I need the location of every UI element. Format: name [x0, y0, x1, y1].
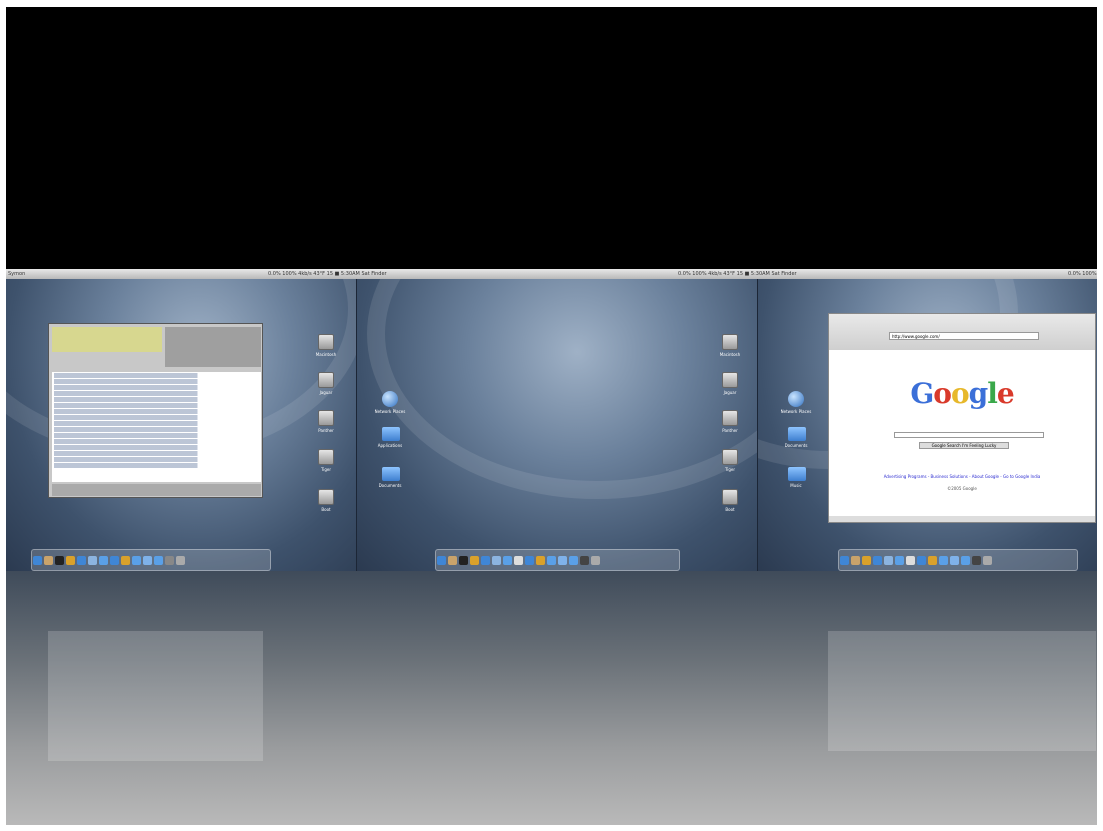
footer-links[interactable]: Advertising Programs - Business Solution…	[829, 474, 1095, 479]
google-logo: Google	[910, 377, 1014, 410]
winamp-window[interactable]	[48, 323, 263, 498]
drive-icon[interactable]	[722, 334, 738, 350]
black-background	[6, 7, 1097, 269]
drive-label: Jaguar	[723, 390, 737, 395]
folder-icon[interactable]	[788, 467, 806, 481]
folder-icon[interactable]	[788, 427, 806, 441]
search-buttons[interactable]: Google Search I'm Feeling Lucky	[919, 442, 1009, 449]
drive-label: Boot	[321, 507, 331, 512]
drive-icon[interactable]	[722, 489, 738, 505]
drive-icon[interactable]	[318, 449, 334, 465]
drive-label: Tiger	[724, 467, 736, 472]
drive-icon[interactable]	[318, 372, 334, 388]
desktop-item-label: Network Places	[374, 409, 406, 414]
drive-label: Panther	[722, 428, 738, 433]
reflection-winamp	[48, 631, 263, 761]
desktop-item-label: Music	[790, 483, 802, 488]
folder-icon[interactable]	[382, 427, 400, 441]
desktop-reflection	[6, 571, 1097, 825]
drive-icon[interactable]	[318, 489, 334, 505]
menubar-status-1: 0.0% 100% 4kb/s 43°F 15 ■ 5:30AM Sat Fin…	[268, 271, 387, 277]
address-bar[interactable]: http://www.google.com/	[889, 332, 1039, 340]
desktop-item-label: Documents	[378, 483, 402, 488]
drive-icon[interactable]	[318, 334, 334, 350]
menubar-left-label: Symon	[8, 271, 26, 277]
drive-label: Tiger	[320, 467, 332, 472]
drive-label: Macintosh	[315, 352, 337, 357]
status-bar	[829, 516, 1095, 522]
desktop-item-label: Network Places	[780, 409, 812, 414]
drive-label: Panther	[318, 428, 334, 433]
drive-icon[interactable]	[722, 410, 738, 426]
dock[interactable]	[31, 549, 271, 571]
menubar-status-3: 0.0% 100%	[1068, 271, 1097, 277]
player-display	[52, 327, 162, 352]
reflection-browser	[828, 631, 1096, 751]
copyright: ©2005 Google	[947, 486, 977, 491]
drive-label: Macintosh	[719, 352, 741, 357]
drive-label: Jaguar	[319, 390, 333, 395]
wallpaper-swirl	[367, 279, 757, 499]
equalizer-panel[interactable]	[165, 327, 261, 367]
dock[interactable]	[435, 549, 680, 571]
drive-icon[interactable]	[318, 410, 334, 426]
network-globe-icon[interactable]	[382, 391, 398, 407]
folder-icon[interactable]	[382, 467, 400, 481]
desktop-item-label: Documents	[784, 443, 808, 448]
network-globe-icon[interactable]	[788, 391, 804, 407]
search-input[interactable]	[894, 432, 1044, 438]
desktop-item-label: Applications	[377, 443, 403, 448]
desktop-screen-center: Network Places Applications Documents Ma…	[357, 279, 757, 571]
player-controls[interactable]	[52, 484, 261, 496]
dock[interactable]	[838, 549, 1078, 571]
playlist[interactable]	[52, 372, 261, 482]
menubar-status-2: 0.0% 100% 4kb/s 43°F 15 ■ 5:30AM Sat Fin…	[678, 271, 797, 277]
desktop-cube-screenshot: Symon 0.0% 100% 4kb/s 43°F 15 ■ 5:30AM S…	[6, 7, 1097, 825]
firefox-browser-window[interactable]: http://www.google.com/ Google Google Sea…	[828, 313, 1096, 523]
drive-label: Boot	[725, 507, 735, 512]
drive-icon[interactable]	[722, 449, 738, 465]
drive-icon[interactable]	[722, 372, 738, 388]
menu-bar: Symon 0.0% 100% 4kb/s 43°F 15 ■ 5:30AM S…	[6, 269, 1097, 279]
